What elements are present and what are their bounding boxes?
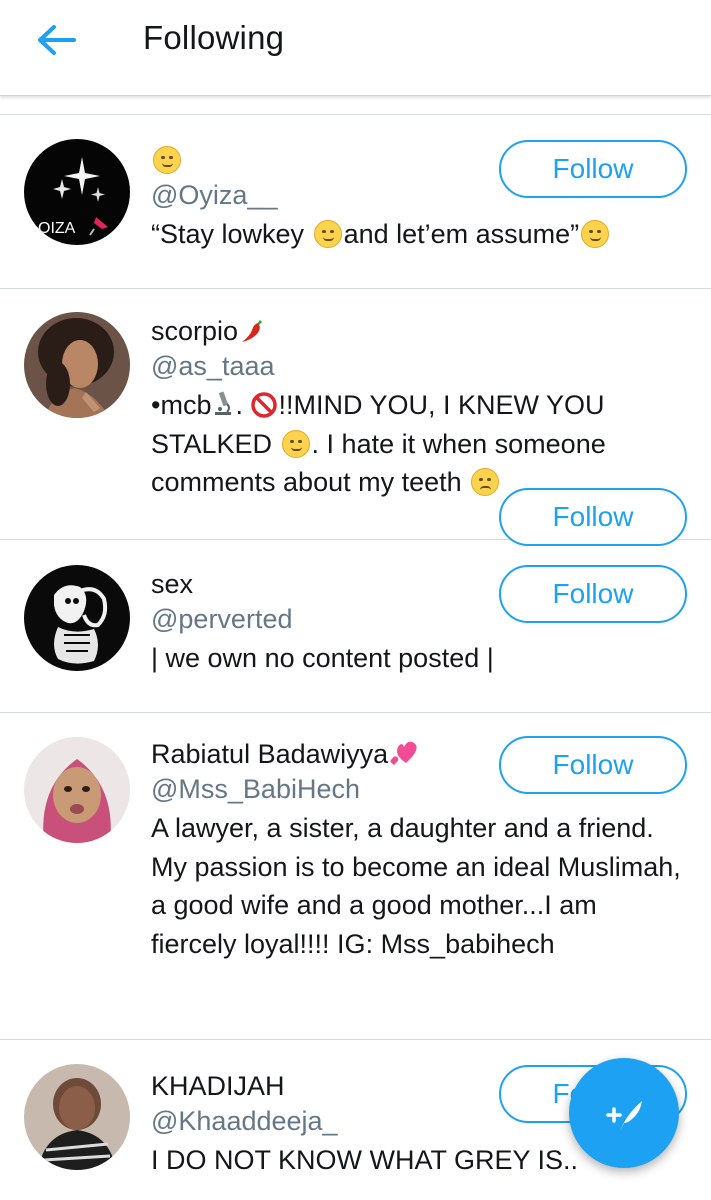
follow-button[interactable]: Follow <box>499 736 687 794</box>
compose-tweet-button[interactable] <box>569 1058 679 1168</box>
display-name: scorpio <box>151 314 681 348</box>
follow-button[interactable]: Follow <box>499 140 687 198</box>
prohibited-icon <box>251 392 278 418</box>
list-item[interactable]: sex @perverted | we own no content poste… <box>0 540 711 713</box>
relieved-face-icon <box>313 220 342 248</box>
list-item[interactable]: Rabiatul Badawiyya @Mss_BabiHech A lawye… <box>0 713 711 1040</box>
smirking-face-icon <box>581 220 610 248</box>
chili-pepper-icon <box>242 320 263 342</box>
svg-text:OIZA: OIZA <box>38 220 76 237</box>
microscope-icon <box>215 391 232 415</box>
avatar[interactable] <box>24 737 130 843</box>
avatar[interactable]: OIZA <box>24 139 130 245</box>
app-header: Following <box>0 0 711 96</box>
list-item[interactable]: OIZA @Oyiza__ “Stay lowkey and let’em as… <box>0 115 711 289</box>
arrow-left-icon[interactable] <box>34 22 78 58</box>
user-handle: @as_taaa <box>151 351 275 381</box>
avatar[interactable] <box>24 312 130 418</box>
follow-button[interactable]: Follow <box>499 488 687 546</box>
user-bio: | we own no content posted | <box>151 643 494 673</box>
frowning-face-icon <box>471 468 500 496</box>
avatar[interactable] <box>24 565 130 671</box>
smirking-face-icon <box>281 429 310 458</box>
slightly-smiling-face-icon <box>153 146 181 174</box>
compose-tweet-icon <box>606 1101 642 1131</box>
following-list: OIZA @Oyiza__ “Stay lowkey and let’em as… <box>0 115 711 1200</box>
user-bio: •mcb. !!MIND YOU, I KNEW YOU STALKED . I… <box>151 390 606 497</box>
follow-button[interactable]: Follow <box>499 565 687 623</box>
user-bio: “Stay lowkey and let’em assume” <box>151 215 681 254</box>
avatar[interactable] <box>24 1064 130 1170</box>
page-title: Following <box>143 19 285 56</box>
list-item[interactable]: scorpio @as_taaa •mcb. !!MIND YOU, I KNE… <box>0 289 711 546</box>
user-bio: A lawyer, a sister, a daughter and a fri… <box>151 813 681 959</box>
two-hearts-icon <box>390 741 417 765</box>
